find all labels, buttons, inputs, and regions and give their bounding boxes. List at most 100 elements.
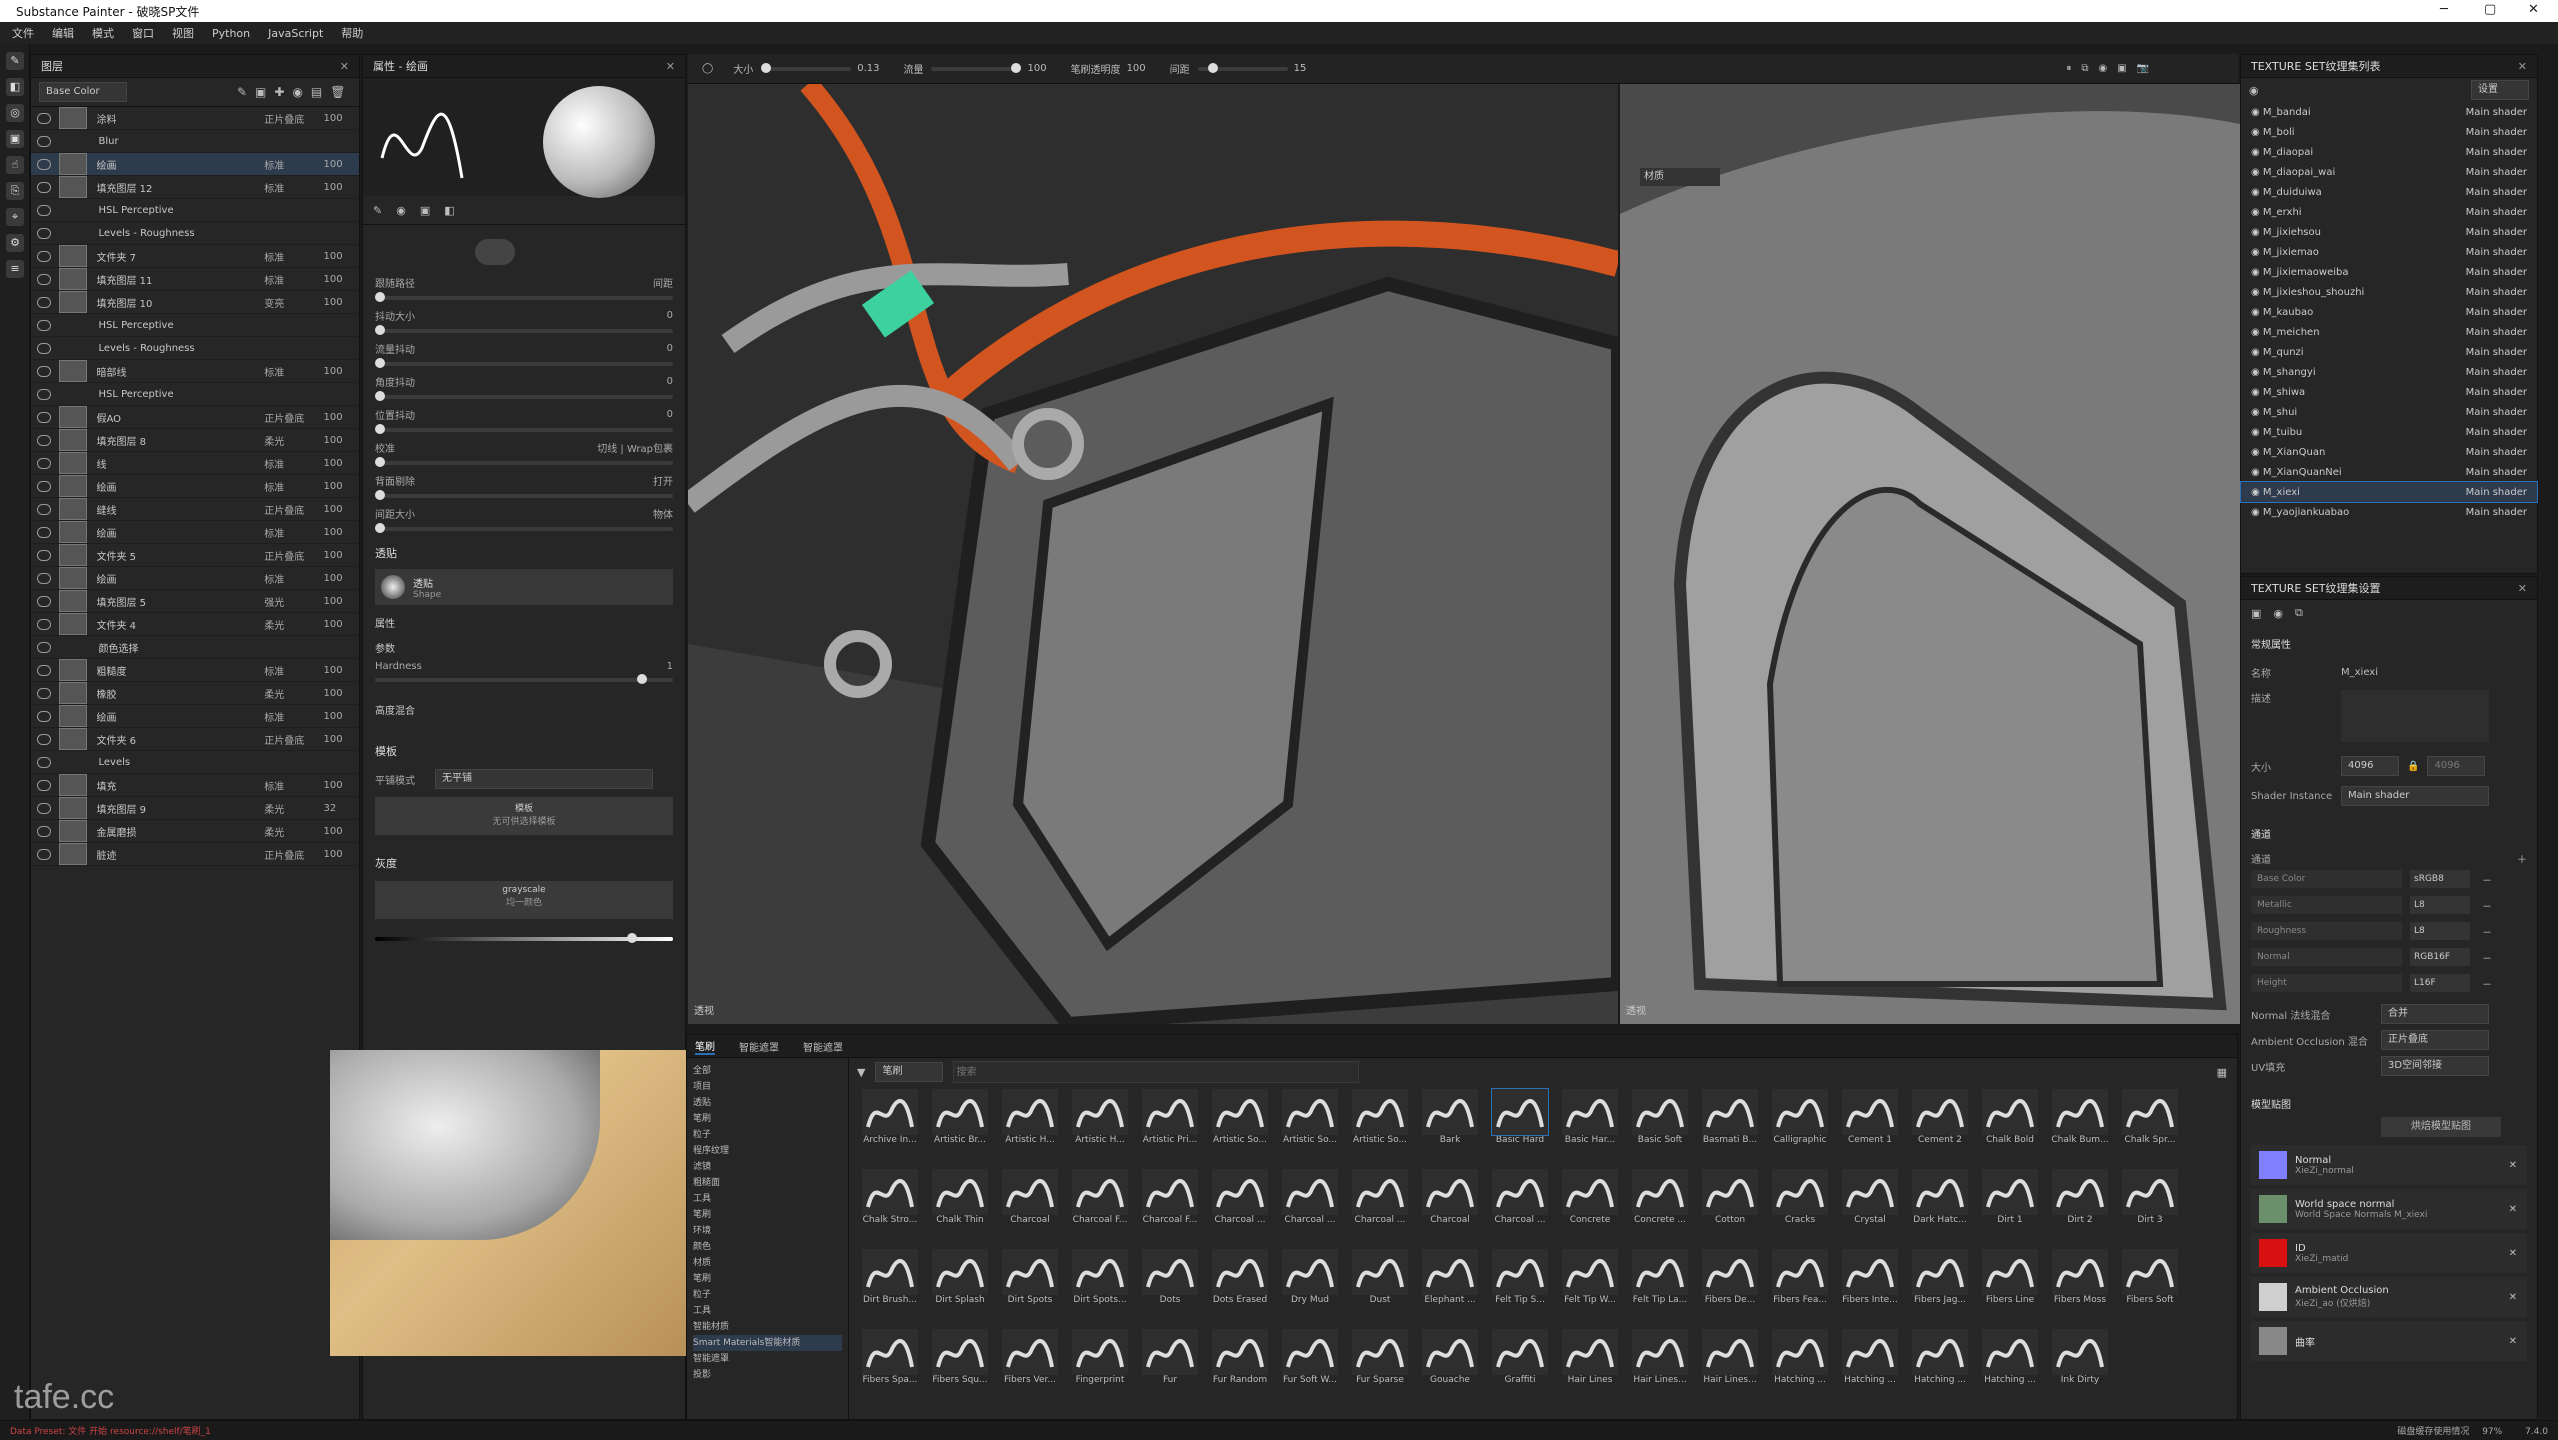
layer-blend-mode[interactable]: 正片叠底 xyxy=(264,410,323,425)
brush-tile[interactable]: Hair Lines... xyxy=(1696,1329,1764,1405)
brush-tile[interactable]: Chalk Spr... xyxy=(2116,1089,2184,1165)
prop-slider[interactable] xyxy=(375,424,673,434)
eye-icon[interactable] xyxy=(37,181,51,193)
brush-tile[interactable]: Dirt Spots xyxy=(996,1249,1064,1325)
brush-tile[interactable]: Artistic Br... xyxy=(926,1089,994,1165)
eye-icon[interactable]: ◉ xyxy=(2251,367,2263,378)
prop-slider[interactable] xyxy=(375,490,673,500)
minimize-button[interactable]: ─ xyxy=(2440,2,2448,17)
channel-format-select[interactable]: L8 xyxy=(2410,896,2470,914)
brush-tile[interactable]: Crystal xyxy=(1836,1169,1904,1245)
stencil-tab-icon[interactable]: ▣ xyxy=(420,204,430,217)
eye-icon[interactable]: ◉ xyxy=(2251,287,2263,298)
visibility-icon[interactable]: ◉ xyxy=(2249,84,2259,97)
layer-row[interactable]: 绘画 标准 100 xyxy=(31,567,359,590)
layer-opacity[interactable]: 100 xyxy=(323,458,359,469)
eye-icon[interactable] xyxy=(37,388,51,400)
layer-opacity[interactable]: 100 xyxy=(323,780,359,791)
brush-tile[interactable]: Charcoal ... xyxy=(1346,1169,1414,1245)
grid-view-icon[interactable]: ▦ xyxy=(2217,1066,2227,1079)
brush-tile[interactable]: Fibers Fea... xyxy=(1766,1249,1834,1325)
brush-tile[interactable]: Artistic So... xyxy=(1206,1089,1274,1165)
brush-tile[interactable]: Charcoal F... xyxy=(1066,1169,1134,1245)
eye-icon[interactable] xyxy=(37,158,51,170)
param-expander[interactable]: 参数 xyxy=(375,640,673,655)
eye-icon[interactable] xyxy=(37,250,51,262)
texture-set-row[interactable]: ◉ M_diaopai Main shader xyxy=(2241,142,2537,162)
layer-opacity[interactable]: 100 xyxy=(323,550,359,561)
mesh-map-slot[interactable]: Ambient Occlusion XieZi_ao (仅烘焙) ✕ xyxy=(2251,1277,2527,1317)
texture-set-row[interactable]: ◉ M_bandai Main shader xyxy=(2241,102,2537,122)
eye-icon[interactable]: ◉ xyxy=(2251,467,2263,478)
shelf-category[interactable]: 笔刷 xyxy=(693,1111,842,1127)
eye-icon[interactable] xyxy=(37,687,51,699)
menu-javascript[interactable]: JavaScript xyxy=(268,27,323,40)
shelf-search-input[interactable] xyxy=(953,1061,1360,1083)
brush-tile[interactable]: Artistic H... xyxy=(996,1089,1064,1165)
brush-tile[interactable]: Graffiti xyxy=(1486,1329,1554,1405)
texture-set-row[interactable]: ◉ M_kaubao Main shader xyxy=(2241,302,2537,322)
brush-tile[interactable]: Fur Random xyxy=(1206,1329,1274,1405)
brush-tile[interactable]: Fibers Ver... xyxy=(996,1329,1064,1405)
remove-channel-icon[interactable]: － xyxy=(2482,898,2492,913)
texture-set-row[interactable]: ◉ M_shiwa Main shader xyxy=(2241,382,2537,402)
texture-set-row[interactable]: ◉ M_boli Main shader xyxy=(2241,122,2537,142)
brush-tile[interactable]: Hair Lines xyxy=(1556,1329,1624,1405)
panel-close-icon[interactable]: ✕ xyxy=(2518,60,2527,73)
layer-row[interactable]: 填充图层 5 强光 100 xyxy=(31,590,359,613)
brush-tile[interactable]: Dirt Brush... xyxy=(856,1249,924,1325)
eye-icon[interactable]: ◉ xyxy=(2251,247,2263,258)
eye-icon[interactable]: ◉ xyxy=(2251,407,2263,418)
remove-channel-icon[interactable]: － xyxy=(2482,950,2492,965)
eye-icon[interactable] xyxy=(37,618,51,630)
eye-icon[interactable]: ◉ xyxy=(2251,227,2263,238)
layer-row[interactable]: 颜色选择 xyxy=(31,636,359,659)
brush-tile[interactable]: Cement 1 xyxy=(1836,1089,1904,1165)
eye-icon[interactable] xyxy=(37,664,51,676)
prop-value[interactable]: 0 xyxy=(667,310,673,321)
attribute-expander[interactable]: 属性 xyxy=(375,615,673,630)
brush-tile[interactable]: Fur Soft W... xyxy=(1276,1329,1344,1405)
shelf-tab-brushes[interactable]: 笔刷 xyxy=(695,1038,715,1055)
alpha-slot[interactable]: 透贴 Shape xyxy=(375,569,673,605)
menu-python[interactable]: Python xyxy=(212,27,250,40)
settings-tab-icon[interactable]: ▣ xyxy=(2251,607,2261,620)
shelf-tab-smartmask[interactable]: 智能遮罩 xyxy=(739,1039,779,1054)
brush-tile[interactable]: Basic Soft xyxy=(1626,1089,1694,1165)
bake-icon[interactable]: ⚙ xyxy=(6,234,24,252)
uv-padding-select[interactable]: 3D空间邻接 xyxy=(2381,1056,2489,1076)
layer-row[interactable]: 填充图层 12 标准 100 xyxy=(31,176,359,199)
eye-icon[interactable]: ◉ xyxy=(2251,127,2263,138)
flow-slider[interactable] xyxy=(931,62,1022,73)
normal-mix-select[interactable]: 合并 xyxy=(2381,1004,2489,1024)
layer-blend-mode[interactable]: 标准 xyxy=(264,778,323,793)
eye-icon[interactable]: ◉ xyxy=(2251,107,2263,118)
layer-opacity[interactable]: 100 xyxy=(323,251,359,262)
layer-opacity[interactable]: 100 xyxy=(323,527,359,538)
brush-tab-icon[interactable]: ✎ xyxy=(373,204,382,217)
grayscale-slot[interactable]: grayscale 均一颜色 xyxy=(375,881,673,919)
brush-tile[interactable]: Fibers Moss xyxy=(2046,1249,2114,1325)
eye-icon[interactable]: ◉ xyxy=(2251,307,2263,318)
layer-tools-icons[interactable]: ✎▣✚◉▤🗑 xyxy=(237,85,354,99)
eye-icon[interactable]: ◉ xyxy=(2251,487,2263,498)
brush-tile[interactable]: Charcoal ... xyxy=(1276,1169,1344,1245)
layer-row[interactable]: 填充图层 8 柔光 100 xyxy=(31,429,359,452)
menu-mode[interactable]: 模式 xyxy=(92,25,114,41)
layer-row[interactable]: 金属磨损 柔光 100 xyxy=(31,820,359,843)
shelf-category[interactable]: 全部 xyxy=(693,1063,842,1079)
layer-row[interactable]: 文件夹 4 柔光 100 xyxy=(31,613,359,636)
brush-tile[interactable]: Fibers Inte... xyxy=(1836,1249,1904,1325)
brush-tile[interactable]: Concrete xyxy=(1556,1169,1624,1245)
layer-row[interactable]: 填充图层 10 变亮 100 xyxy=(31,291,359,314)
filter-chip[interactable]: 笔刷 xyxy=(875,1062,944,1082)
shelf-category[interactable]: 智能材质 xyxy=(693,1319,842,1335)
prop-slider[interactable] xyxy=(375,457,673,467)
brush-tile[interactable]: Calligraphic xyxy=(1766,1089,1834,1165)
brush-tile[interactable]: Gouache xyxy=(1416,1329,1484,1405)
layer-blend-mode[interactable]: 柔光 xyxy=(264,686,323,701)
layer-row[interactable]: 缝线 正片叠底 100 xyxy=(31,498,359,521)
brush-tile[interactable]: Charcoal ... xyxy=(1486,1169,1554,1245)
menu-file[interactable]: 文件 xyxy=(12,25,34,41)
shelf-category[interactable]: 投影 xyxy=(693,1367,842,1383)
